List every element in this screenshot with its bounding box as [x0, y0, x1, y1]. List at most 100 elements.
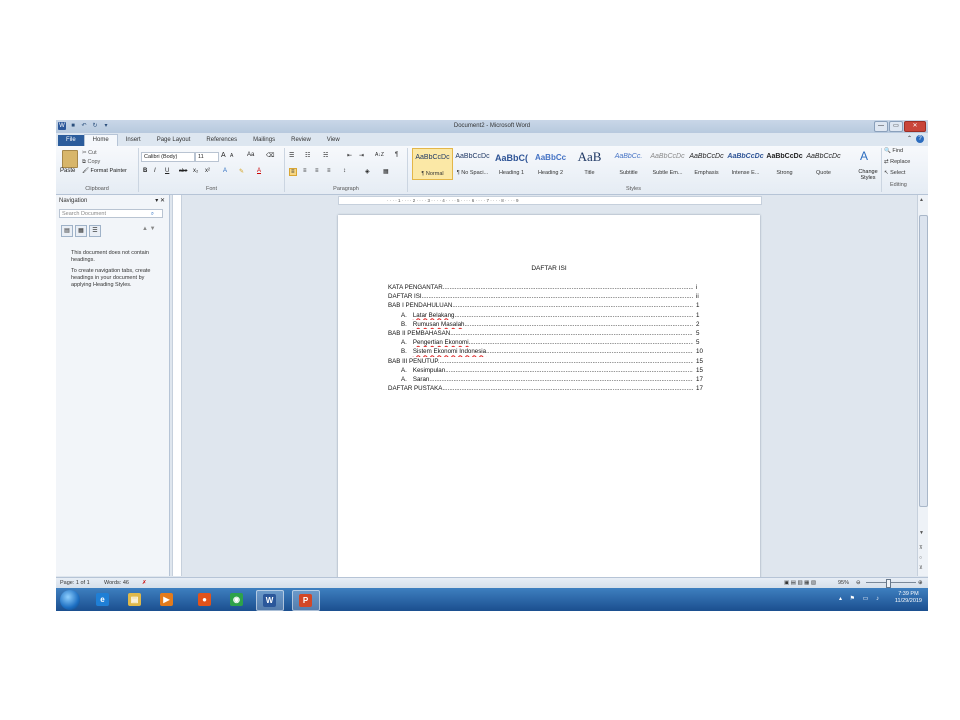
toc-row[interactable]: B. Rumusan Masalah 2	[388, 320, 708, 329]
clock[interactable]: 7:39 PM 11/29/2019	[895, 591, 922, 605]
font-family-select[interactable]: Calibri (Body)	[141, 152, 195, 162]
taskbar-app-media-player[interactable]: ▶	[154, 590, 180, 609]
paste-button[interactable]: Paste	[60, 168, 75, 174]
document-page[interactable]: DAFTAR ISI KATA PENGANTARiDAFTAR ISIiiBA…	[338, 215, 760, 585]
zoom-out-icon[interactable]: ⊖	[856, 578, 861, 588]
view-buttons[interactable]: ▣ ▤ ▥ ▦ ▧	[784, 578, 816, 588]
shading-icon[interactable]: ◈	[365, 168, 370, 175]
bold-button[interactable]: B	[143, 168, 147, 174]
strikethrough-button[interactable]: abe	[179, 168, 187, 174]
font-size-select[interactable]: 11	[195, 152, 219, 162]
close-icon[interactable]: ▾ ✕	[155, 197, 165, 204]
increase-indent-icon[interactable]: ⇥	[359, 152, 364, 159]
toc-row[interactable]: A. Latar Belakang 1	[388, 311, 708, 320]
tab-references[interactable]: References	[198, 135, 245, 146]
taskbar-app-powerpoint[interactable]: P	[292, 590, 320, 611]
next-page-icon[interactable]: ⊻	[919, 565, 923, 571]
toc-row[interactable]: A. Saran 17	[388, 375, 708, 384]
italic-button[interactable]: I	[154, 168, 156, 174]
search-input[interactable]: Search Document ⌕	[59, 209, 163, 218]
show-marks-icon[interactable]: ¶	[395, 152, 398, 158]
toc-row[interactable]: B. Sistem Ekonomi Indonesia 10	[388, 347, 708, 356]
subscript-button[interactable]: x₂	[193, 168, 198, 174]
shrink-font-button[interactable]: A	[230, 153, 233, 159]
taskbar-app-explorer[interactable]: ▤	[122, 590, 148, 609]
toc-row[interactable]: A. Pengertian Ekonomi 5	[388, 338, 708, 347]
minimize-ribbon-icon[interactable]: ⌃	[907, 135, 912, 143]
tab-mailings[interactable]: Mailings	[245, 135, 283, 146]
sort-icon[interactable]: A↓Z	[375, 152, 384, 158]
tab-home[interactable]: Home	[83, 134, 118, 146]
tab-insert[interactable]: Insert	[118, 135, 149, 146]
toc-row[interactable]: BAB I PENDAHULUAN 1	[388, 301, 708, 310]
toc-row[interactable]: DAFTAR PUSTAKA 17	[388, 384, 708, 393]
word-icon: W	[263, 594, 276, 607]
decrease-indent-icon[interactable]: ⇤	[347, 152, 352, 159]
toc-text: Saran	[412, 375, 430, 383]
prev-page-icon[interactable]: ⊼	[919, 545, 923, 551]
change-case-button[interactable]: Aa	[247, 152, 254, 158]
browse-headings-icon[interactable]: ▤	[61, 225, 73, 237]
select-button[interactable]: ↖ Select	[884, 170, 905, 176]
scroll-thumb[interactable]	[919, 215, 928, 507]
align-right-icon[interactable]: ≡	[315, 168, 319, 174]
help-icon[interactable]: ?	[916, 135, 924, 143]
change-styles-button[interactable]: Change Styles	[855, 169, 881, 181]
copy-button[interactable]: ⧉ Copy	[82, 159, 100, 166]
format-painter-button[interactable]: 🖌 Format Painter	[82, 168, 127, 174]
zoom-slider-thumb[interactable]	[886, 579, 891, 588]
bullets-icon[interactable]: ☰	[289, 152, 294, 159]
maximize-button[interactable]: ▭	[889, 121, 903, 132]
toc-row[interactable]: BAB III PENUTUP 15	[388, 357, 708, 366]
tray-icons[interactable]: ▴ ⚑ ▭ ♪	[839, 595, 882, 602]
minimize-button[interactable]: —	[874, 121, 888, 132]
borders-icon[interactable]: ▦	[383, 168, 389, 175]
tab-view[interactable]: View	[319, 135, 348, 146]
start-button[interactable]	[60, 590, 80, 610]
cut-button[interactable]: ✂ Cut	[82, 150, 97, 156]
line-spacing-icon[interactable]: ↕	[343, 168, 346, 174]
align-center-icon[interactable]: ≡	[303, 168, 307, 174]
toc-row[interactable]: A. Kesimpulan 15	[388, 366, 708, 375]
replace-button[interactable]: ⇄ Replace	[884, 159, 910, 165]
paste-icon[interactable]	[62, 150, 78, 168]
zoom-in-icon[interactable]: ⊕	[918, 578, 923, 588]
taskbar-app-word[interactable]: W	[256, 590, 284, 611]
zoom-level[interactable]: 95%	[838, 578, 849, 588]
taskbar-app-chrome[interactable]: ◉	[224, 590, 250, 609]
clear-formatting-icon[interactable]: ⌫	[266, 152, 274, 159]
font-color-icon[interactable]: A	[257, 168, 261, 174]
grow-font-button[interactable]: A	[221, 152, 226, 159]
change-styles-icon[interactable]: A	[860, 149, 868, 163]
scroll-down-icon[interactable]: ▼	[919, 530, 924, 536]
scroll-up-icon[interactable]: ▲	[919, 197, 924, 203]
multilevel-list-icon[interactable]: ☵	[323, 152, 328, 159]
underline-button[interactable]: U	[165, 168, 169, 174]
browse-results-icon[interactable]: ☰	[89, 225, 101, 237]
highlight-icon[interactable]: ✎	[239, 168, 244, 175]
toc-row[interactable]: DAFTAR ISI ii	[388, 292, 708, 301]
page-count[interactable]: Page: 1 of 1	[60, 578, 90, 588]
close-button[interactable]: ✕	[904, 121, 926, 132]
vertical-scrollbar[interactable]: ▲ ▼ ⊼ ○ ⊻	[917, 195, 928, 576]
tab-page-layout[interactable]: Page Layout	[149, 135, 199, 146]
search-icon[interactable]: ⌕	[151, 210, 154, 219]
justify-icon[interactable]: ≡	[327, 168, 331, 174]
tab-review[interactable]: Review	[283, 135, 319, 146]
numbering-icon[interactable]: ☷	[305, 152, 310, 159]
browse-pages-icon[interactable]: ▦	[75, 225, 87, 237]
find-button[interactable]: 🔍 Find	[884, 148, 903, 154]
zoom-slider[interactable]	[866, 582, 916, 583]
align-left-icon[interactable]: ≡	[289, 168, 297, 176]
taskbar-app-firefox[interactable]: ●	[192, 590, 218, 609]
text-effects-icon[interactable]: A	[223, 168, 227, 174]
taskbar-app-ie[interactable]: e	[90, 590, 116, 609]
nav-arrows[interactable]: ▲ ▼	[142, 226, 156, 232]
superscript-button[interactable]: x²	[205, 168, 210, 174]
browse-object-icon[interactable]: ○	[919, 555, 922, 561]
tab-file[interactable]: File	[58, 135, 84, 146]
toc-row[interactable]: KATA PENGANTAR i	[388, 283, 708, 292]
word-count[interactable]: Words: 46	[104, 578, 129, 588]
proofing-icon[interactable]: ✗	[142, 578, 147, 588]
toc-row[interactable]: BAB II PEMBAHASAN 5	[388, 329, 708, 338]
